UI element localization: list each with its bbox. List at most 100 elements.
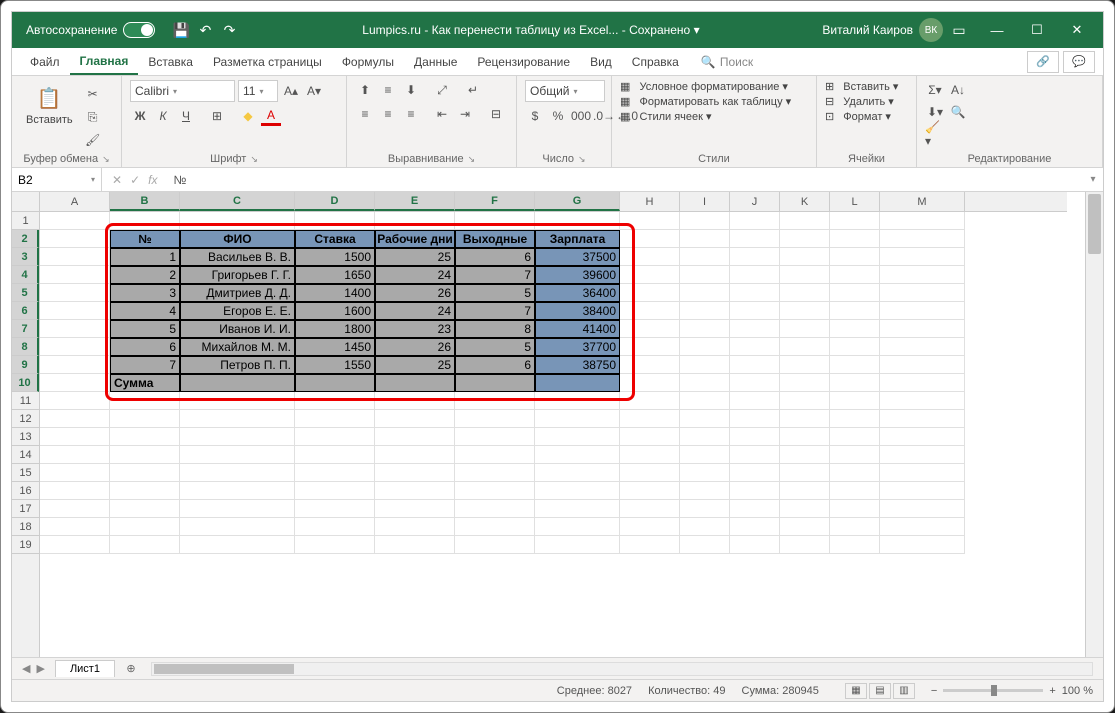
cell[interactable] [375,464,455,482]
enter-icon[interactable]: ✓ [130,173,140,187]
row-header[interactable]: 18 [12,518,39,536]
cell[interactable]: 24 [375,302,455,320]
cell[interactable]: Дмитриев Д. Д. [180,284,295,302]
cell[interactable] [40,356,110,374]
cell[interactable]: 2 [110,266,180,284]
cell[interactable] [535,536,620,554]
cell[interactable]: Михайлов М. М. [180,338,295,356]
cell[interactable] [780,356,830,374]
cell[interactable] [830,266,880,284]
cell[interactable] [180,374,295,392]
cell[interactable] [730,320,780,338]
cell[interactable] [375,482,455,500]
column-header[interactable]: E [375,192,455,211]
tab-insert[interactable]: Вставка [138,48,203,75]
align-center-icon[interactable]: ≡ [378,104,398,124]
comments-button[interactable]: 💬 [1063,51,1095,73]
cell[interactable] [780,266,830,284]
cell[interactable]: 7 [455,302,535,320]
cell[interactable] [730,266,780,284]
cell[interactable] [680,482,730,500]
cell[interactable] [830,446,880,464]
cell[interactable] [780,446,830,464]
cell[interactable] [620,482,680,500]
cell[interactable]: Петров П. П. [180,356,295,374]
insert-cells-button[interactable]: ⊞ Вставить▾ [825,80,898,93]
minimize-button[interactable]: — [977,12,1017,48]
cell[interactable] [620,518,680,536]
merge-icon[interactable]: ⊟ [486,104,506,124]
cell[interactable]: Выходные [455,230,535,248]
cell[interactable] [730,248,780,266]
align-bottom-icon[interactable]: ⬇ [401,80,421,100]
cell[interactable]: Григорьев Г. Г. [180,266,295,284]
cell[interactable] [830,356,880,374]
cell[interactable] [880,302,965,320]
font-color-icon[interactable]: A [261,106,281,126]
cell[interactable]: 25 [375,356,455,374]
cell[interactable] [680,428,730,446]
cell[interactable]: 25 [375,248,455,266]
cell[interactable] [620,446,680,464]
formula-input[interactable]: № [167,173,1083,187]
cell[interactable] [780,338,830,356]
cell[interactable] [880,464,965,482]
cell[interactable] [680,410,730,428]
cell[interactable]: 1650 [295,266,375,284]
cell[interactable] [110,500,180,518]
cell[interactable] [830,374,880,392]
row-header[interactable]: 10 [12,374,39,392]
cell[interactable] [295,410,375,428]
tab-help[interactable]: Справка [622,48,689,75]
cell[interactable] [535,482,620,500]
cell[interactable] [40,248,110,266]
cell[interactable] [620,302,680,320]
cell[interactable] [455,464,535,482]
zoom-in-button[interactable]: + [1049,685,1055,697]
cell[interactable]: 1800 [295,320,375,338]
cell[interactable]: 24 [375,266,455,284]
cell[interactable] [780,302,830,320]
italic-button[interactable]: К [153,106,173,126]
cell[interactable] [40,536,110,554]
cell[interactable] [295,428,375,446]
column-header[interactable]: D [295,192,375,211]
cell[interactable] [295,500,375,518]
conditional-format-button[interactable]: ▦ Условное форматирование▾ [620,80,788,93]
name-box[interactable]: B2▾ [12,168,102,191]
cell[interactable]: 5 [110,320,180,338]
cell[interactable] [180,500,295,518]
cell[interactable] [295,464,375,482]
cell[interactable] [780,464,830,482]
cell[interactable] [535,428,620,446]
cell[interactable] [535,500,620,518]
cell[interactable]: Иванов И. И. [180,320,295,338]
cell[interactable] [730,428,780,446]
grow-font-icon[interactable]: A▴ [281,81,301,101]
cell[interactable] [40,212,110,230]
clear-icon[interactable]: 🧹▾ [925,124,945,144]
cell[interactable] [880,338,965,356]
cell[interactable] [780,320,830,338]
cell[interactable] [830,464,880,482]
cell[interactable] [620,320,680,338]
cell[interactable] [830,212,880,230]
undo-icon[interactable]: ↶ [197,22,213,38]
copy-icon[interactable]: ⎘ [83,107,103,127]
cell[interactable] [620,338,680,356]
cell[interactable] [730,410,780,428]
cell[interactable] [780,410,830,428]
sort-icon[interactable]: A↓ [948,80,968,100]
cell[interactable] [40,266,110,284]
cell[interactable]: 26 [375,284,455,302]
cell[interactable]: 1500 [295,248,375,266]
cell[interactable] [730,500,780,518]
expand-formula-icon[interactable]: ▾ [1083,174,1103,185]
row-header[interactable]: 12 [12,410,39,428]
cell[interactable]: № [110,230,180,248]
cell[interactable]: 6 [110,338,180,356]
cell[interactable] [830,428,880,446]
cell[interactable]: 6 [455,248,535,266]
row-header[interactable]: 14 [12,446,39,464]
ribbon-options-icon[interactable]: ▭ [951,22,967,38]
